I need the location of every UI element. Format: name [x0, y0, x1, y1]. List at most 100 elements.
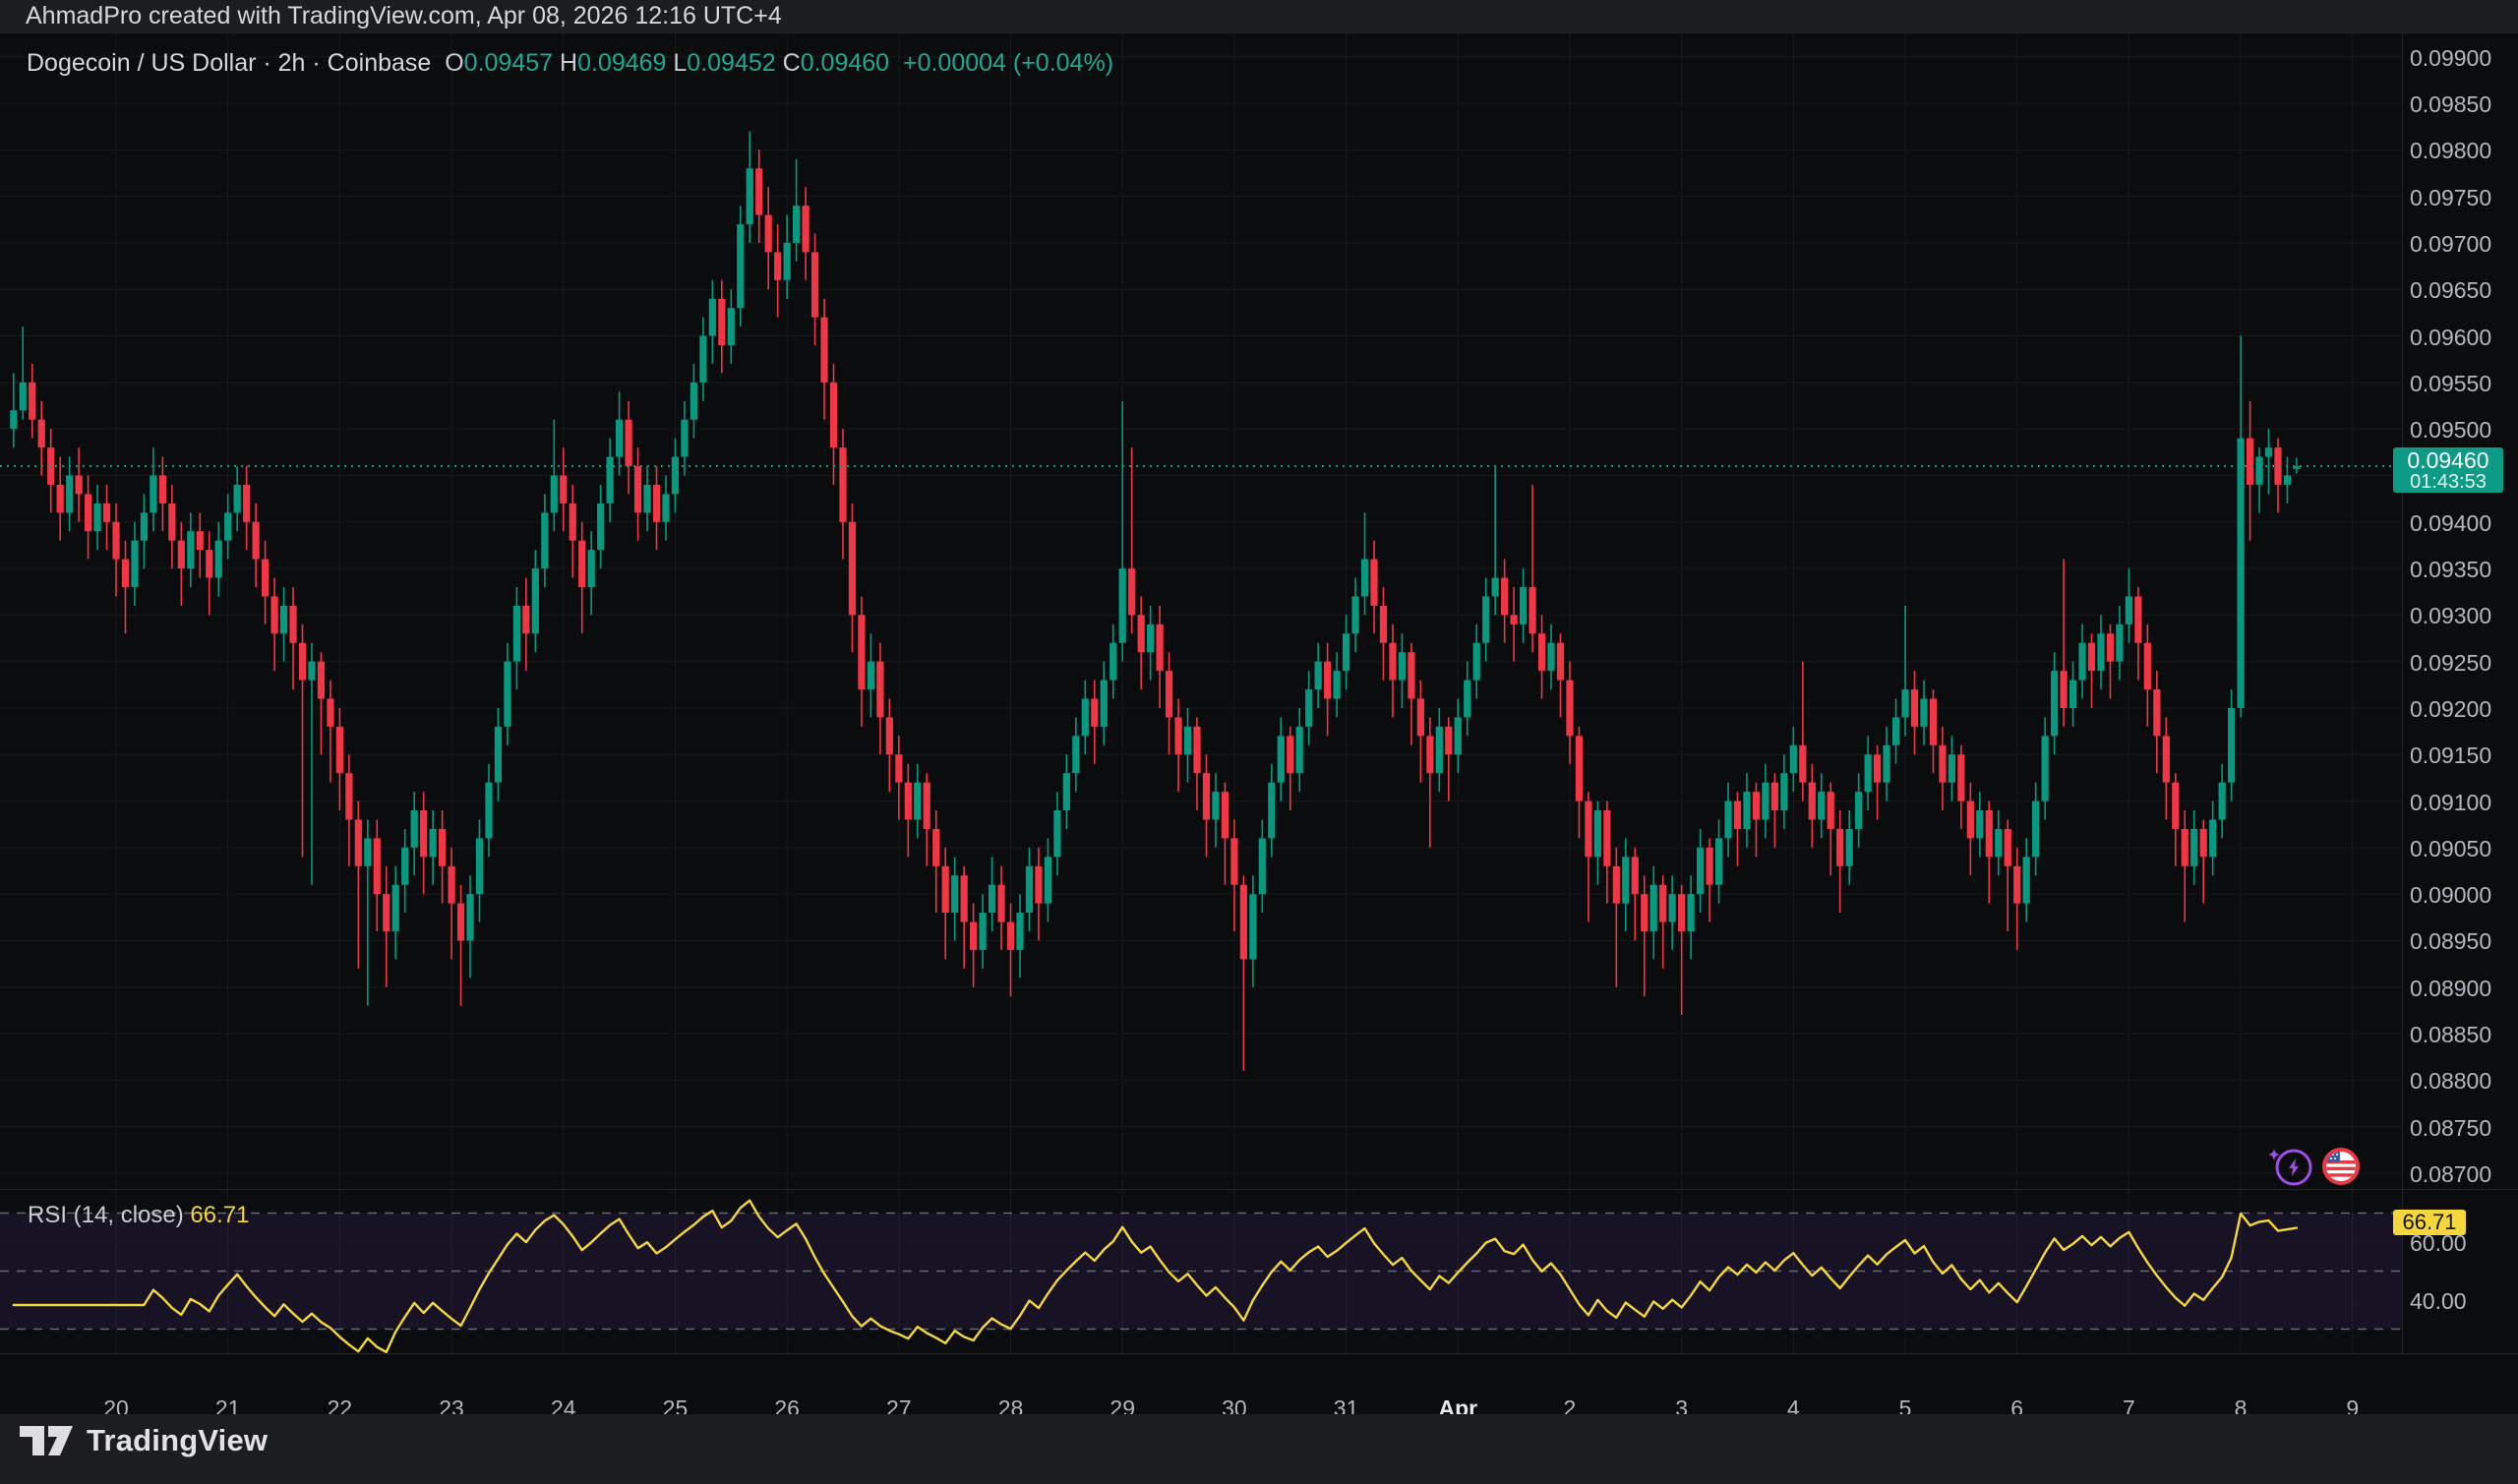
candle-body	[997, 885, 1004, 922]
candle-body	[1119, 568, 1126, 643]
candle-body	[1920, 699, 1927, 727]
candle-body	[85, 494, 91, 531]
bottom-toolbar: TradingView	[0, 1414, 2518, 1484]
candle-body	[1174, 717, 1181, 754]
candle-body	[1511, 615, 1518, 623]
price-tick-label: 0.09350	[2410, 557, 2491, 583]
candle-body	[2200, 829, 2207, 857]
candle-body	[830, 383, 837, 447]
candle-body	[699, 336, 706, 383]
candle-body	[1026, 866, 1033, 913]
candle-body	[336, 727, 343, 773]
price-tick-label: 0.09300	[2410, 603, 2491, 629]
price-axis[interactable]: 0.09460 01:43:53 66.71 0.099000.098500.0…	[2402, 33, 2518, 1353]
candle-body	[1184, 727, 1191, 754]
candle-body	[1967, 801, 1974, 839]
candle-body	[1632, 857, 1639, 894]
candle-body	[2219, 783, 2226, 820]
candle-body	[364, 838, 371, 865]
price-tick-label: 0.09150	[2410, 742, 2491, 769]
candle-body	[1659, 885, 1666, 922]
candle-body	[206, 550, 212, 577]
candle-body	[905, 783, 912, 820]
candle-body	[270, 596, 277, 633]
candle-body	[802, 206, 809, 252]
candle-body	[76, 475, 83, 494]
candle-body	[197, 531, 204, 550]
candle-body	[737, 224, 744, 308]
candle-body	[578, 541, 585, 587]
bar-countdown: 01:43:53	[2393, 473, 2503, 492]
tradingview-logo[interactable]: TradingView	[20, 1423, 268, 1458]
price-tick-label: 0.09900	[2410, 45, 2491, 72]
candle-body	[1911, 689, 1918, 727]
candle-body	[858, 615, 865, 689]
candle-body	[932, 829, 939, 866]
candle-body	[1296, 727, 1303, 773]
candle-body	[755, 168, 762, 214]
symbol-title: Dogecoin / US Dollar · 2h · Coinbase	[27, 49, 431, 77]
candle-body	[383, 894, 390, 931]
price-tick-label: 0.09750	[2410, 185, 2491, 211]
candle-body	[1343, 633, 1349, 671]
candle-body	[942, 866, 949, 913]
candle-body	[951, 875, 958, 913]
candle-body	[820, 318, 827, 383]
candle-body	[411, 810, 418, 848]
candle-body	[1389, 643, 1396, 681]
candle-body	[2051, 671, 2058, 736]
candle-body	[690, 383, 697, 420]
candle-body	[1138, 615, 1145, 652]
candle-body	[895, 754, 902, 782]
candle-body	[1501, 578, 1508, 616]
candle-body	[961, 875, 968, 921]
rsi-legend-value: 66.71	[190, 1202, 249, 1228]
candle-body	[924, 783, 930, 829]
candle-body	[57, 485, 64, 512]
candle-body	[1594, 810, 1601, 857]
price-tick-label: 0.09050	[2410, 836, 2491, 862]
candle-body	[1576, 736, 1583, 801]
candle-body	[1706, 848, 1712, 885]
price-tick-label: 0.09700	[2410, 231, 2491, 258]
candle-body	[1622, 857, 1629, 903]
candle-body	[1464, 681, 1470, 718]
candle-body	[1901, 689, 1908, 717]
price-tick-label: 0.09400	[2410, 510, 2491, 537]
change-value: +0.00004 (+0.04%)	[903, 49, 1113, 77]
candle-body	[355, 819, 362, 865]
candle-body	[1380, 606, 1387, 643]
candle-body	[1278, 736, 1285, 782]
candle-body	[103, 504, 110, 522]
candle-body	[2163, 736, 2170, 782]
candle-body	[2088, 643, 2095, 671]
candle-body	[243, 485, 250, 522]
candle-body	[1780, 773, 1787, 810]
candle-body	[1259, 838, 1266, 894]
price-tick-label: 0.09250	[2410, 650, 2491, 677]
candle-body	[1482, 596, 1489, 642]
candle-body	[2116, 624, 2123, 662]
candle-body	[1828, 792, 1834, 829]
candle-body	[234, 485, 241, 512]
candle-body	[1492, 578, 1499, 597]
candle-chart-canvas[interactable]	[0, 33, 2402, 1353]
price-tick-label: 0.08700	[2410, 1161, 2491, 1188]
candle-body	[597, 504, 604, 550]
candle-body	[392, 885, 399, 931]
candle-body	[2247, 439, 2253, 485]
candle-body	[1520, 587, 1527, 624]
candle-body	[616, 420, 623, 457]
candle-body	[29, 383, 35, 420]
candle-body	[495, 727, 502, 783]
candle-body	[1091, 699, 1098, 727]
candle-body	[551, 475, 558, 512]
price-tick-label: 0.09550	[2410, 371, 2491, 397]
candle-body	[1417, 699, 1424, 737]
candle-body	[439, 829, 446, 866]
candle-body	[1305, 689, 1312, 727]
pane-separator-main-rsi[interactable]	[0, 1189, 2518, 1190]
candle-body	[327, 699, 333, 727]
candle-body	[868, 662, 874, 689]
candle-body	[1212, 792, 1219, 819]
